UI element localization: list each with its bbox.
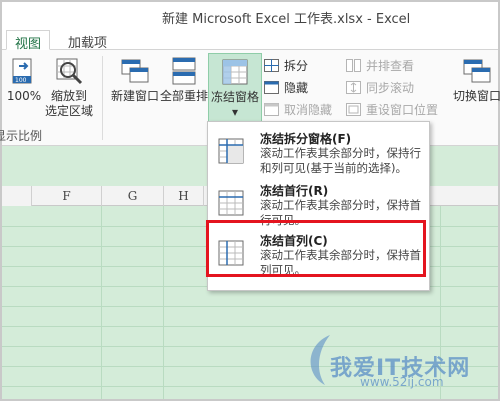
zoom-group-label: 显示比例 (0, 129, 43, 143)
ribbon-tabs: 视图 加载项 (2, 28, 498, 52)
arrange-all-button[interactable]: 全部重排 (158, 56, 210, 104)
zoom-selection-line2: 选定区域 (44, 104, 93, 118)
group-separator (102, 56, 103, 140)
svg-text:100: 100 (15, 77, 27, 84)
freeze-panes-arrow: ▾ (231, 105, 239, 119)
menu-item-freeze-panes-title: 冻结拆分窗格(F) (260, 132, 352, 146)
column-header-partial (2, 186, 32, 206)
title-bar: 新建 Microsoft Excel 工作表.xlsx - Excel (2, 2, 498, 28)
freeze-top-row-icon (216, 188, 246, 218)
sync-scroll-button[interactable]: 同步滚动 (344, 79, 414, 97)
tab-view[interactable]: 视图 (6, 30, 51, 52)
highlight-box (206, 220, 426, 277)
reset-window-position-label: 重设窗口位置 (366, 103, 439, 117)
gridline (101, 206, 102, 399)
magnifier-grid-icon (54, 56, 84, 86)
new-window-button[interactable]: 新建窗口 (110, 56, 160, 104)
window-title: 新建 Microsoft Excel 工作表.xlsx - Excel (162, 12, 411, 27)
freeze-panes-label: 冻结窗格 (210, 90, 259, 104)
zoom-to-selection-button[interactable]: 缩放到 选定区域 (42, 56, 96, 119)
hide-button[interactable]: 隐藏 (262, 79, 308, 97)
arrange-all-icon (169, 56, 199, 86)
freeze-panes-button[interactable]: 冻结窗格 ▾ (208, 53, 262, 123)
switch-windows-icon (462, 56, 492, 86)
gridline (2, 326, 498, 327)
switch-windows-label: 切换窗口 (452, 89, 500, 103)
column-header-f[interactable]: F (32, 186, 102, 206)
split-button[interactable]: 拆分 (262, 57, 308, 75)
new-window-label: 新建窗口 (110, 89, 159, 103)
arrange-all-label: 全部重排 (159, 89, 208, 103)
gridline (163, 206, 164, 399)
zoom-100-button[interactable]: 100 100% (4, 56, 44, 104)
sync-scroll-icon (346, 81, 361, 94)
unhide-window-icon (264, 103, 279, 116)
tab-addins[interactable]: 加载项 (60, 30, 115, 51)
gridline (2, 306, 498, 307)
view-side-by-side-button[interactable]: 并排查看 (344, 57, 414, 75)
reset-window-position-button[interactable]: 重设窗口位置 (344, 101, 438, 119)
column-header-h[interactable]: H (164, 186, 204, 206)
column-header-g[interactable]: G (102, 186, 164, 206)
unhide-label: 取消隐藏 (284, 103, 333, 117)
side-by-side-icon (346, 59, 361, 72)
freeze-panes-icon (220, 57, 250, 87)
new-window-icon (120, 56, 150, 86)
menu-item-freeze-top-row-title: 冻结首行(R) (260, 184, 329, 198)
sync-scroll-label: 同步滚动 (366, 81, 415, 95)
split-label: 拆分 (284, 59, 309, 73)
menu-item-freeze-panes[interactable]: 冻结拆分窗格(F) 滚动工作表其余部分时，保持行和列可见(基于当前的选择)。 (208, 126, 429, 178)
split-icon (264, 59, 279, 72)
view-side-by-side-label: 并排查看 (366, 59, 415, 73)
hide-window-icon (264, 81, 279, 94)
zoom-selection-line1: 缩放到 (50, 89, 87, 103)
watermark-url: www.52ij.com (360, 375, 444, 389)
freeze-panes-menu-icon (216, 136, 246, 166)
unhide-button[interactable]: 取消隐藏 (262, 101, 332, 119)
zoom-100-label: 100% (6, 89, 42, 103)
menu-item-freeze-panes-desc: 滚动工作表其余部分时，保持行和列可见(基于当前的选择)。 (260, 146, 421, 175)
zoom-100-icon: 100 (9, 56, 39, 86)
gridline (2, 346, 498, 347)
reset-position-icon (346, 103, 361, 116)
hide-label: 隐藏 (284, 81, 309, 95)
switch-windows-button[interactable]: 切换窗口 (452, 56, 500, 104)
